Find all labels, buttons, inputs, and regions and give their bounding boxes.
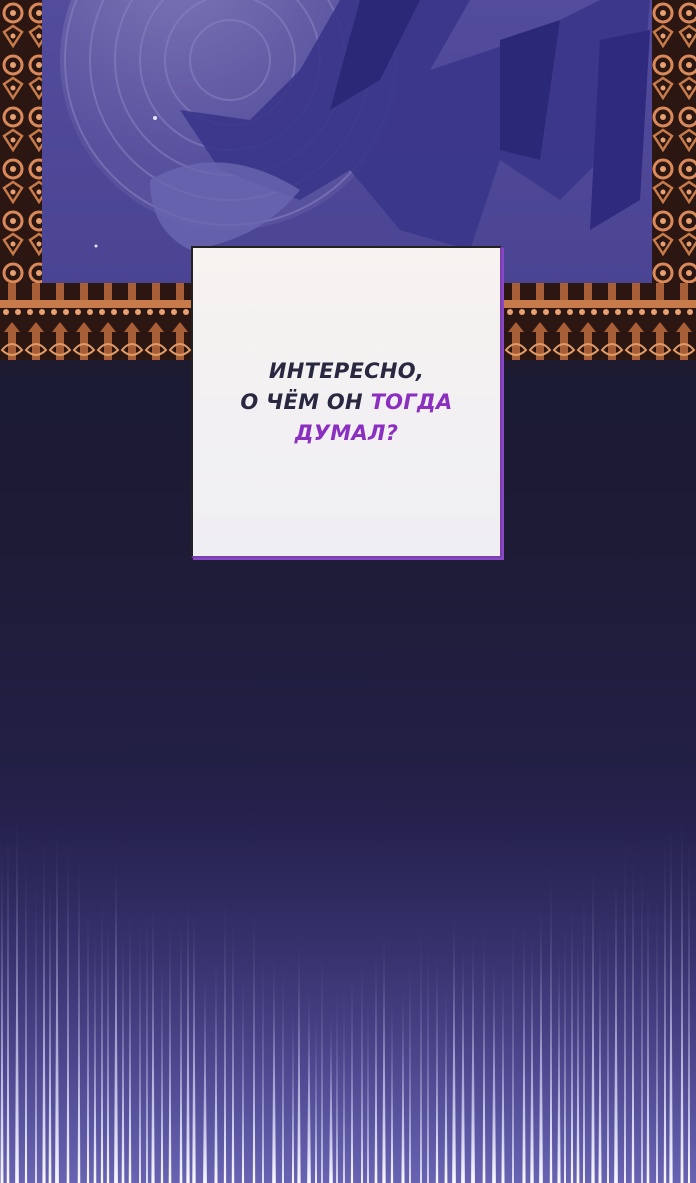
speed-lines-art [0, 760, 696, 1183]
caption-line-3: ДУМАЛ? [294, 421, 399, 445]
caption-line-1: ИНТЕРЕСНО, [268, 359, 425, 383]
caption-line-2-accent: ТОГДА [370, 390, 453, 414]
speed-lines [0, 760, 696, 1183]
caption-box: ИНТЕРЕСНО, О ЧЁМ ОН ТОГДА ДУМАЛ? [191, 246, 502, 558]
caption-text: ИНТЕРЕСНО, О ЧЁМ ОН ТОГДА ДУМАЛ? [193, 356, 500, 449]
caption-line-2: О ЧЁМ ОН ТОГДА [193, 387, 500, 418]
caption-line-2-start: О ЧЁМ ОН [240, 390, 371, 414]
comic-page: ИНТЕРЕСНО, О ЧЁМ ОН ТОГДА ДУМАЛ? [0, 0, 696, 1183]
